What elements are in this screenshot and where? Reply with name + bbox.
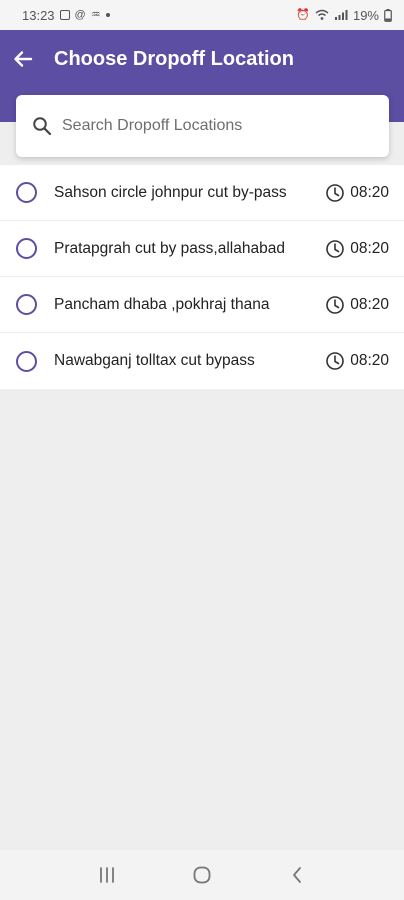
battery-level: 19% xyxy=(352,7,379,23)
search-card[interactable] xyxy=(16,95,389,157)
system-nav-bar xyxy=(0,850,404,900)
location-name: Pancham dhaba ,pokhraj thana xyxy=(54,295,270,313)
search-input[interactable] xyxy=(62,117,362,135)
location-item[interactable]: Sahson circle johnpur cut by-pass 08:20 xyxy=(0,165,404,221)
search-icon xyxy=(32,116,52,136)
status-bar: 13:23 @ ♒ ⏰ 19% xyxy=(0,0,404,30)
clock-icon xyxy=(325,239,345,259)
recent-apps-icon xyxy=(100,867,115,883)
location-item[interactable]: Pratapgrah cut by pass,allahabad 08:20 xyxy=(0,221,404,277)
status-right: ⏰ 19% xyxy=(296,8,392,23)
signal-icon xyxy=(334,10,348,20)
location-list: Sahson circle johnpur cut by-pass 08:20 … xyxy=(0,165,404,389)
wifi-icon xyxy=(315,9,329,20)
location-name: Sahson circle johnpur cut by-pass xyxy=(54,183,287,201)
location-time: 08:20 xyxy=(350,239,389,257)
location-name: Pratapgrah cut by pass,allahabad xyxy=(54,239,285,257)
status-left: 13:23 @ ♒ xyxy=(22,8,110,23)
app-bar-row: Choose Dropoff Location xyxy=(0,44,404,74)
home-icon xyxy=(193,866,211,884)
status-time: 13:23 xyxy=(22,7,55,23)
page-title: Choose Dropoff Location xyxy=(54,47,294,70)
radio-button[interactable] xyxy=(16,294,37,315)
time-wrap: 08:20 xyxy=(325,183,389,203)
location-name: Nawabganj tolltax cut bypass xyxy=(54,352,255,369)
system-back-button[interactable] xyxy=(277,855,317,895)
app-notification-icon: ♒ xyxy=(90,8,101,21)
clock-icon xyxy=(325,295,345,315)
location-item[interactable]: Pancham dhaba ,pokhraj thana 08:20 xyxy=(0,277,404,333)
at-notification-icon: @ xyxy=(74,8,86,21)
back-button[interactable] xyxy=(0,44,46,74)
time-wrap: 08:20 xyxy=(325,351,389,371)
arrow-left-icon xyxy=(14,51,33,67)
time-wrap: 08:20 xyxy=(325,295,389,315)
clock-icon xyxy=(325,183,345,203)
recent-apps-button[interactable] xyxy=(87,855,127,895)
back-icon xyxy=(292,867,301,883)
location-time: 08:20 xyxy=(350,183,389,201)
gallery-notification-icon xyxy=(59,10,70,20)
more-notifications-dot xyxy=(105,13,110,17)
location-item[interactable]: Nawabganj tolltax cut bypass 08:20 xyxy=(0,333,404,389)
radio-button[interactable] xyxy=(16,350,37,372)
time-wrap: 08:20 xyxy=(325,239,389,259)
battery-icon xyxy=(384,8,392,22)
alarm-icon: ⏰ xyxy=(296,8,310,21)
radio-button[interactable] xyxy=(16,238,37,259)
location-time: 08:20 xyxy=(350,295,389,313)
location-time: 08:20 xyxy=(350,352,389,369)
clock-icon xyxy=(325,351,345,371)
home-button[interactable] xyxy=(182,855,222,895)
radio-button[interactable] xyxy=(16,182,37,203)
